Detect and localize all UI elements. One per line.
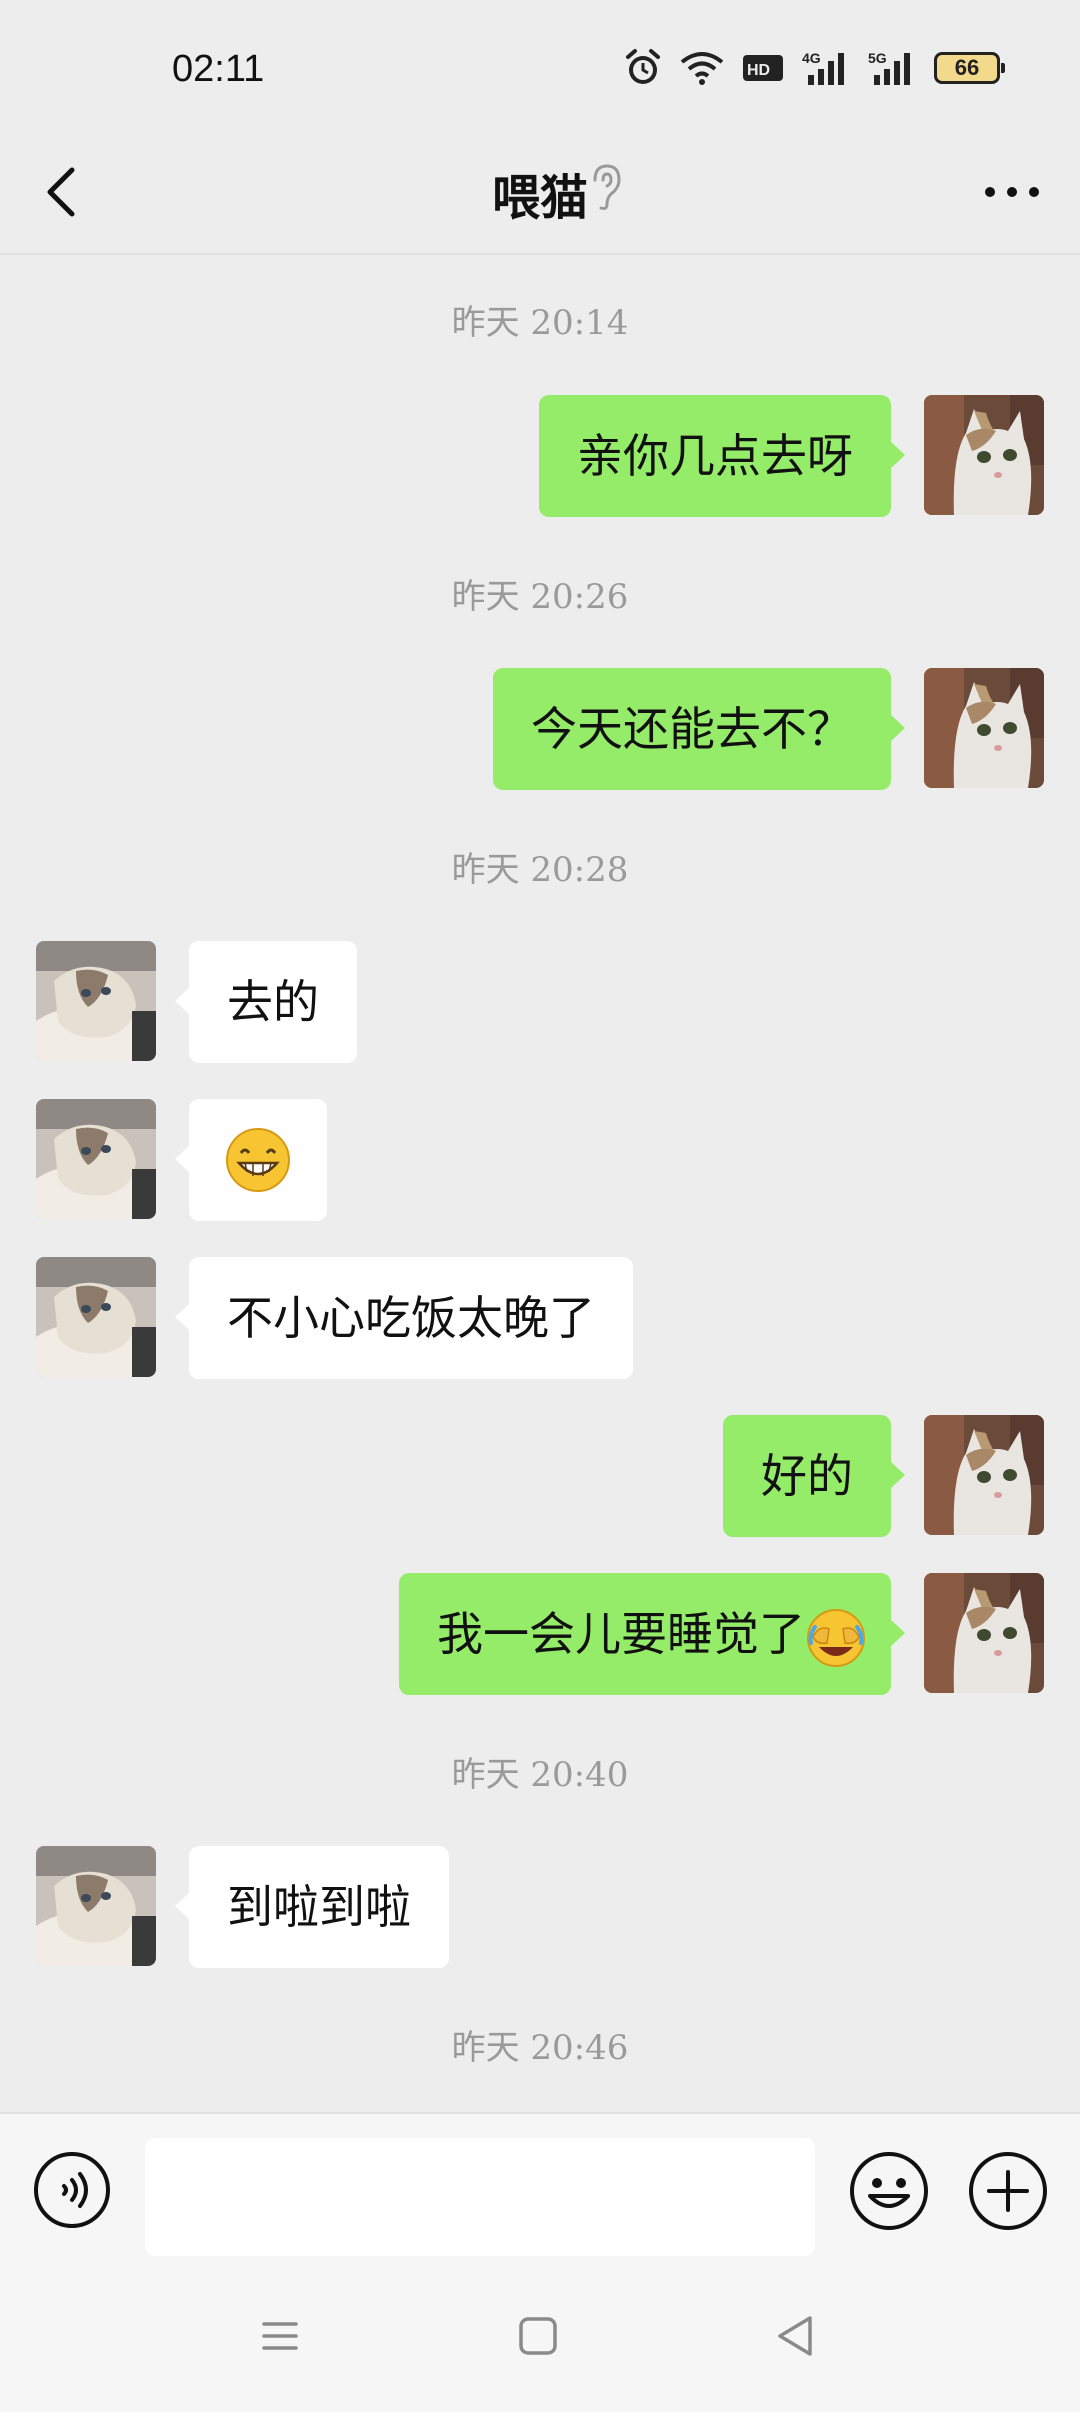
my-message-bubble[interactable]: 我一会儿要睡觉了: [399, 1573, 905, 1695]
contact-emoji-bubble[interactable]: [175, 1099, 327, 1221]
menu-icon: [262, 2322, 298, 2350]
contact-message-bubble[interactable]: 到啦到啦: [175, 1846, 449, 1968]
timestamp: 昨天 20:14: [451, 303, 629, 343]
4g-signal-icon: 4G: [802, 49, 850, 87]
message-input[interactable]: [145, 2138, 815, 2256]
my-avatar[interactable]: [924, 1415, 1044, 1535]
contact-avatar[interactable]: [36, 1099, 156, 1219]
emoji-button[interactable]: [848, 2150, 930, 2232]
grinning-emoji: [226, 1128, 290, 1192]
voice-button[interactable]: [32, 2150, 112, 2230]
svg-text:5G: 5G: [868, 50, 887, 66]
my-message-bubble[interactable]: 今天还能去不？: [493, 668, 905, 790]
home-button[interactable]: [508, 2306, 568, 2366]
system-navigation-bar: [0, 2262, 1080, 2412]
my-avatar[interactable]: [924, 395, 1044, 515]
battery-icon: 66: [934, 52, 1005, 84]
status-bar: 02:11 HD 4G 5G 66: [0, 0, 1080, 130]
svg-text:HD: HD: [747, 62, 770, 79]
laugh-cry-emoji: [807, 1609, 865, 1667]
status-icons: HD 4G 5G 66: [624, 46, 1005, 90]
message-list[interactable]: 昨天 20:14 亲你几点去呀 昨天 20:26 今天还能去不？ 昨天 20:2…: [0, 257, 1080, 2112]
5g-signal-icon: 5G: [868, 49, 916, 87]
chat-title: 喂猫: [491, 170, 588, 226]
my-message-bubble[interactable]: 好的: [723, 1415, 905, 1537]
more-button[interactable]: [980, 170, 1044, 214]
wifi-icon: [680, 50, 724, 86]
my-avatar[interactable]: [924, 1573, 1044, 1693]
my-avatar[interactable]: [924, 668, 1044, 788]
voice-icon: [34, 2152, 110, 2228]
hd-icon: HD: [742, 53, 784, 83]
status-time: 02:11: [172, 48, 265, 90]
message-text: 我一会儿要睡觉了: [437, 1607, 805, 1661]
emoji-icon: [850, 2152, 928, 2230]
timestamp: 昨天 20:46: [451, 2028, 629, 2068]
plus-icon: [969, 2152, 1047, 2230]
contact-avatar[interactable]: [36, 1257, 156, 1377]
back-triangle-icon: [778, 2316, 812, 2356]
timestamp: 昨天 20:28: [451, 850, 629, 890]
chat-header: 喂猫: [0, 130, 1080, 255]
recent-apps-button[interactable]: [250, 2306, 310, 2366]
contact-avatar[interactable]: [36, 941, 156, 1061]
contact-message-bubble[interactable]: 去的: [175, 941, 357, 1063]
alarm-icon: [624, 48, 662, 88]
input-bar: [0, 2112, 1080, 2262]
contact-message-bubble[interactable]: 不小心吃饭太晚了: [175, 1257, 633, 1379]
timestamp: 昨天 20:26: [451, 577, 629, 617]
timestamp: 昨天 20:40: [451, 1755, 629, 1795]
my-message-bubble[interactable]: 亲你几点去呀: [539, 395, 905, 517]
ear-icon: [585, 162, 625, 212]
more-functions-button[interactable]: [967, 2150, 1049, 2232]
system-back-button[interactable]: [766, 2306, 826, 2366]
home-icon: [519, 2317, 557, 2355]
more-icon: [985, 187, 1039, 197]
contact-avatar[interactable]: [36, 1846, 156, 1966]
svg-text:4G: 4G: [802, 50, 821, 66]
